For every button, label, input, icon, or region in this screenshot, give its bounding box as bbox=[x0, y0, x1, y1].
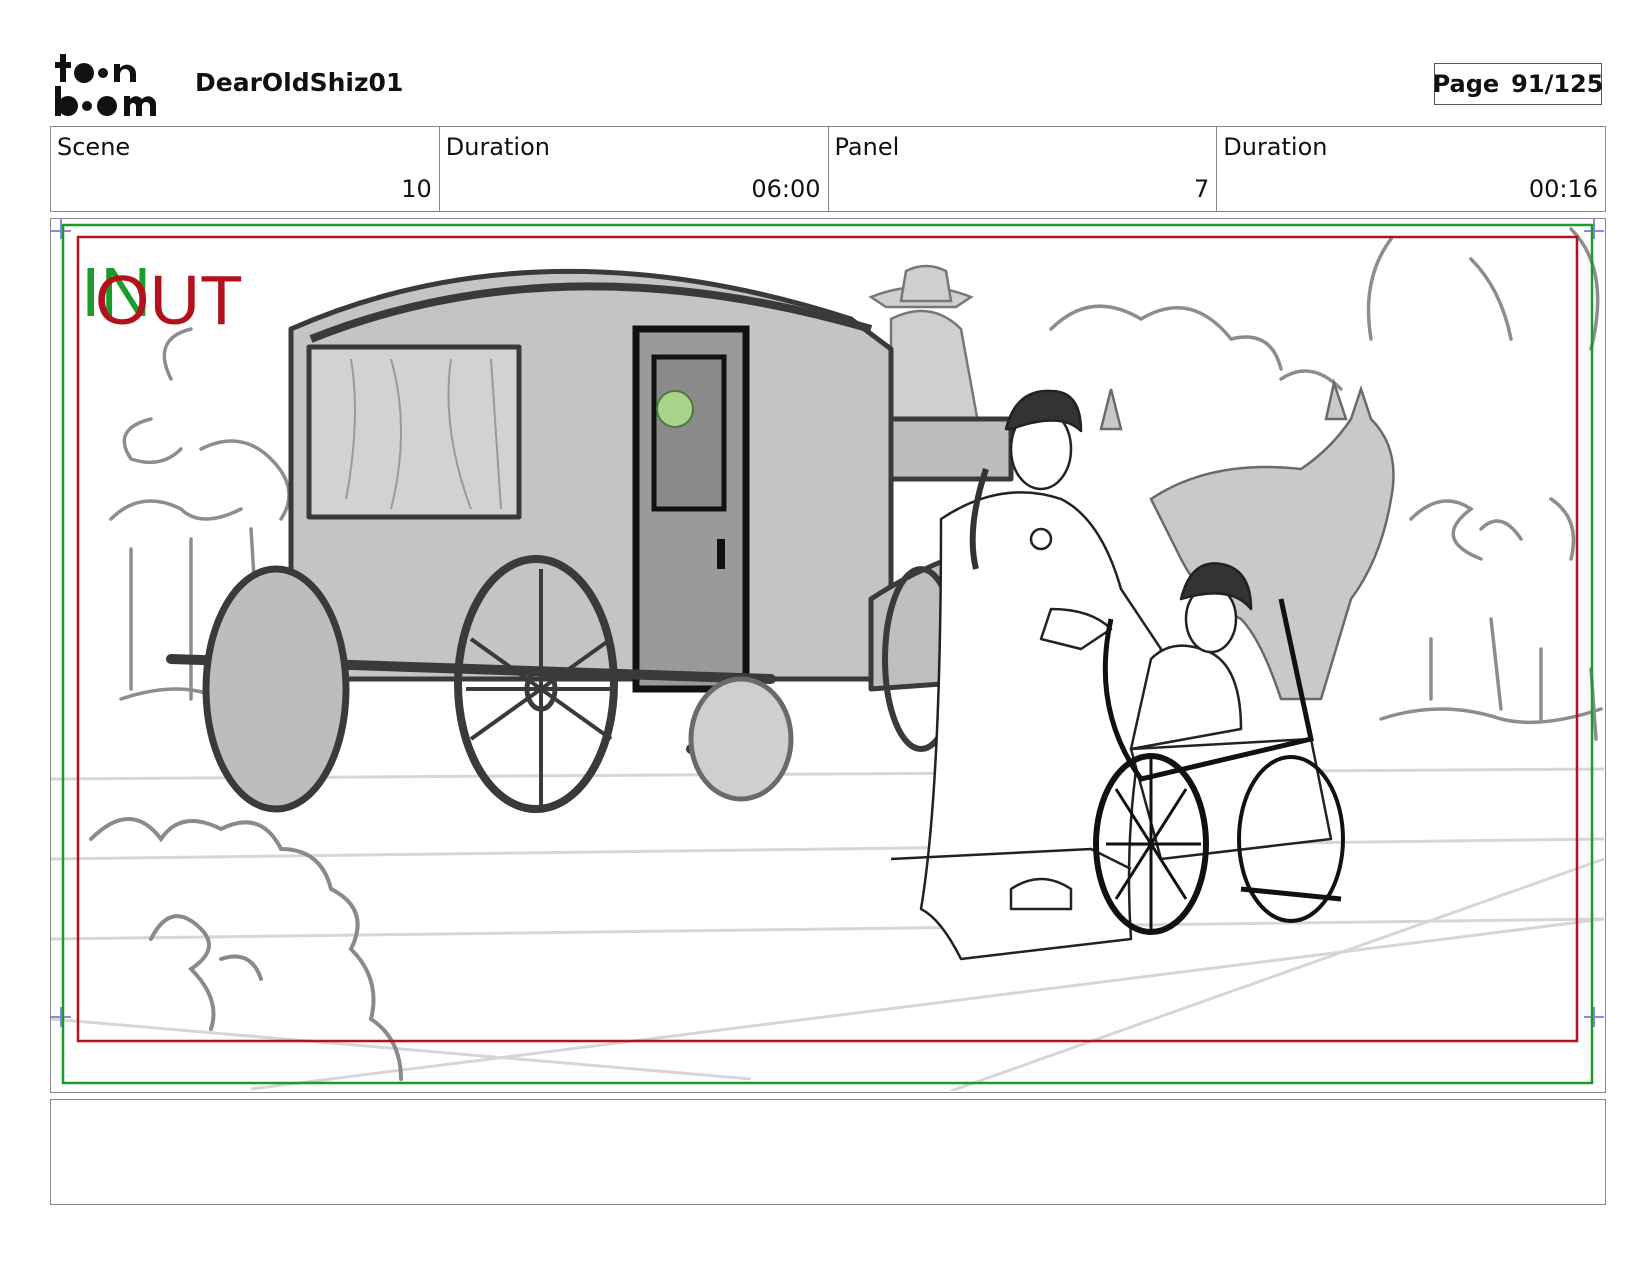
page-number: 91/125 bbox=[1511, 70, 1604, 98]
panel-sketch bbox=[51, 219, 1604, 1091]
info-table: Scene 10 Duration 06:00 Panel 7 Duration… bbox=[50, 126, 1606, 212]
panel-duration-cell: Duration 00:16 bbox=[1217, 127, 1605, 211]
panel-duration-label: Duration bbox=[1223, 133, 1328, 161]
scene-value: 10 bbox=[401, 175, 432, 203]
scene-cell: Scene 10 bbox=[51, 127, 440, 211]
scene-label: Scene bbox=[57, 133, 131, 161]
out-marker: OUT bbox=[95, 261, 243, 339]
page-indicator: Page 91/125 bbox=[1432, 63, 1604, 105]
storyboard-panel: IN OUT bbox=[50, 218, 1606, 1093]
toon-boom-logo bbox=[55, 54, 157, 116]
notes-box[interactable] bbox=[50, 1099, 1606, 1205]
scene-duration-label: Duration bbox=[445, 133, 550, 161]
panel-value: 7 bbox=[1193, 175, 1210, 203]
scene-duration-value: 06:00 bbox=[751, 175, 821, 203]
panel-label: Panel bbox=[834, 133, 900, 161]
panel-cell: Panel 7 bbox=[829, 127, 1218, 211]
scene-duration-cell: Duration 06:00 bbox=[440, 127, 829, 211]
panel-duration-value: 00:16 bbox=[1528, 175, 1598, 203]
project-title: DearOldShiz01 bbox=[195, 68, 404, 97]
page-label: Page bbox=[1432, 70, 1500, 98]
